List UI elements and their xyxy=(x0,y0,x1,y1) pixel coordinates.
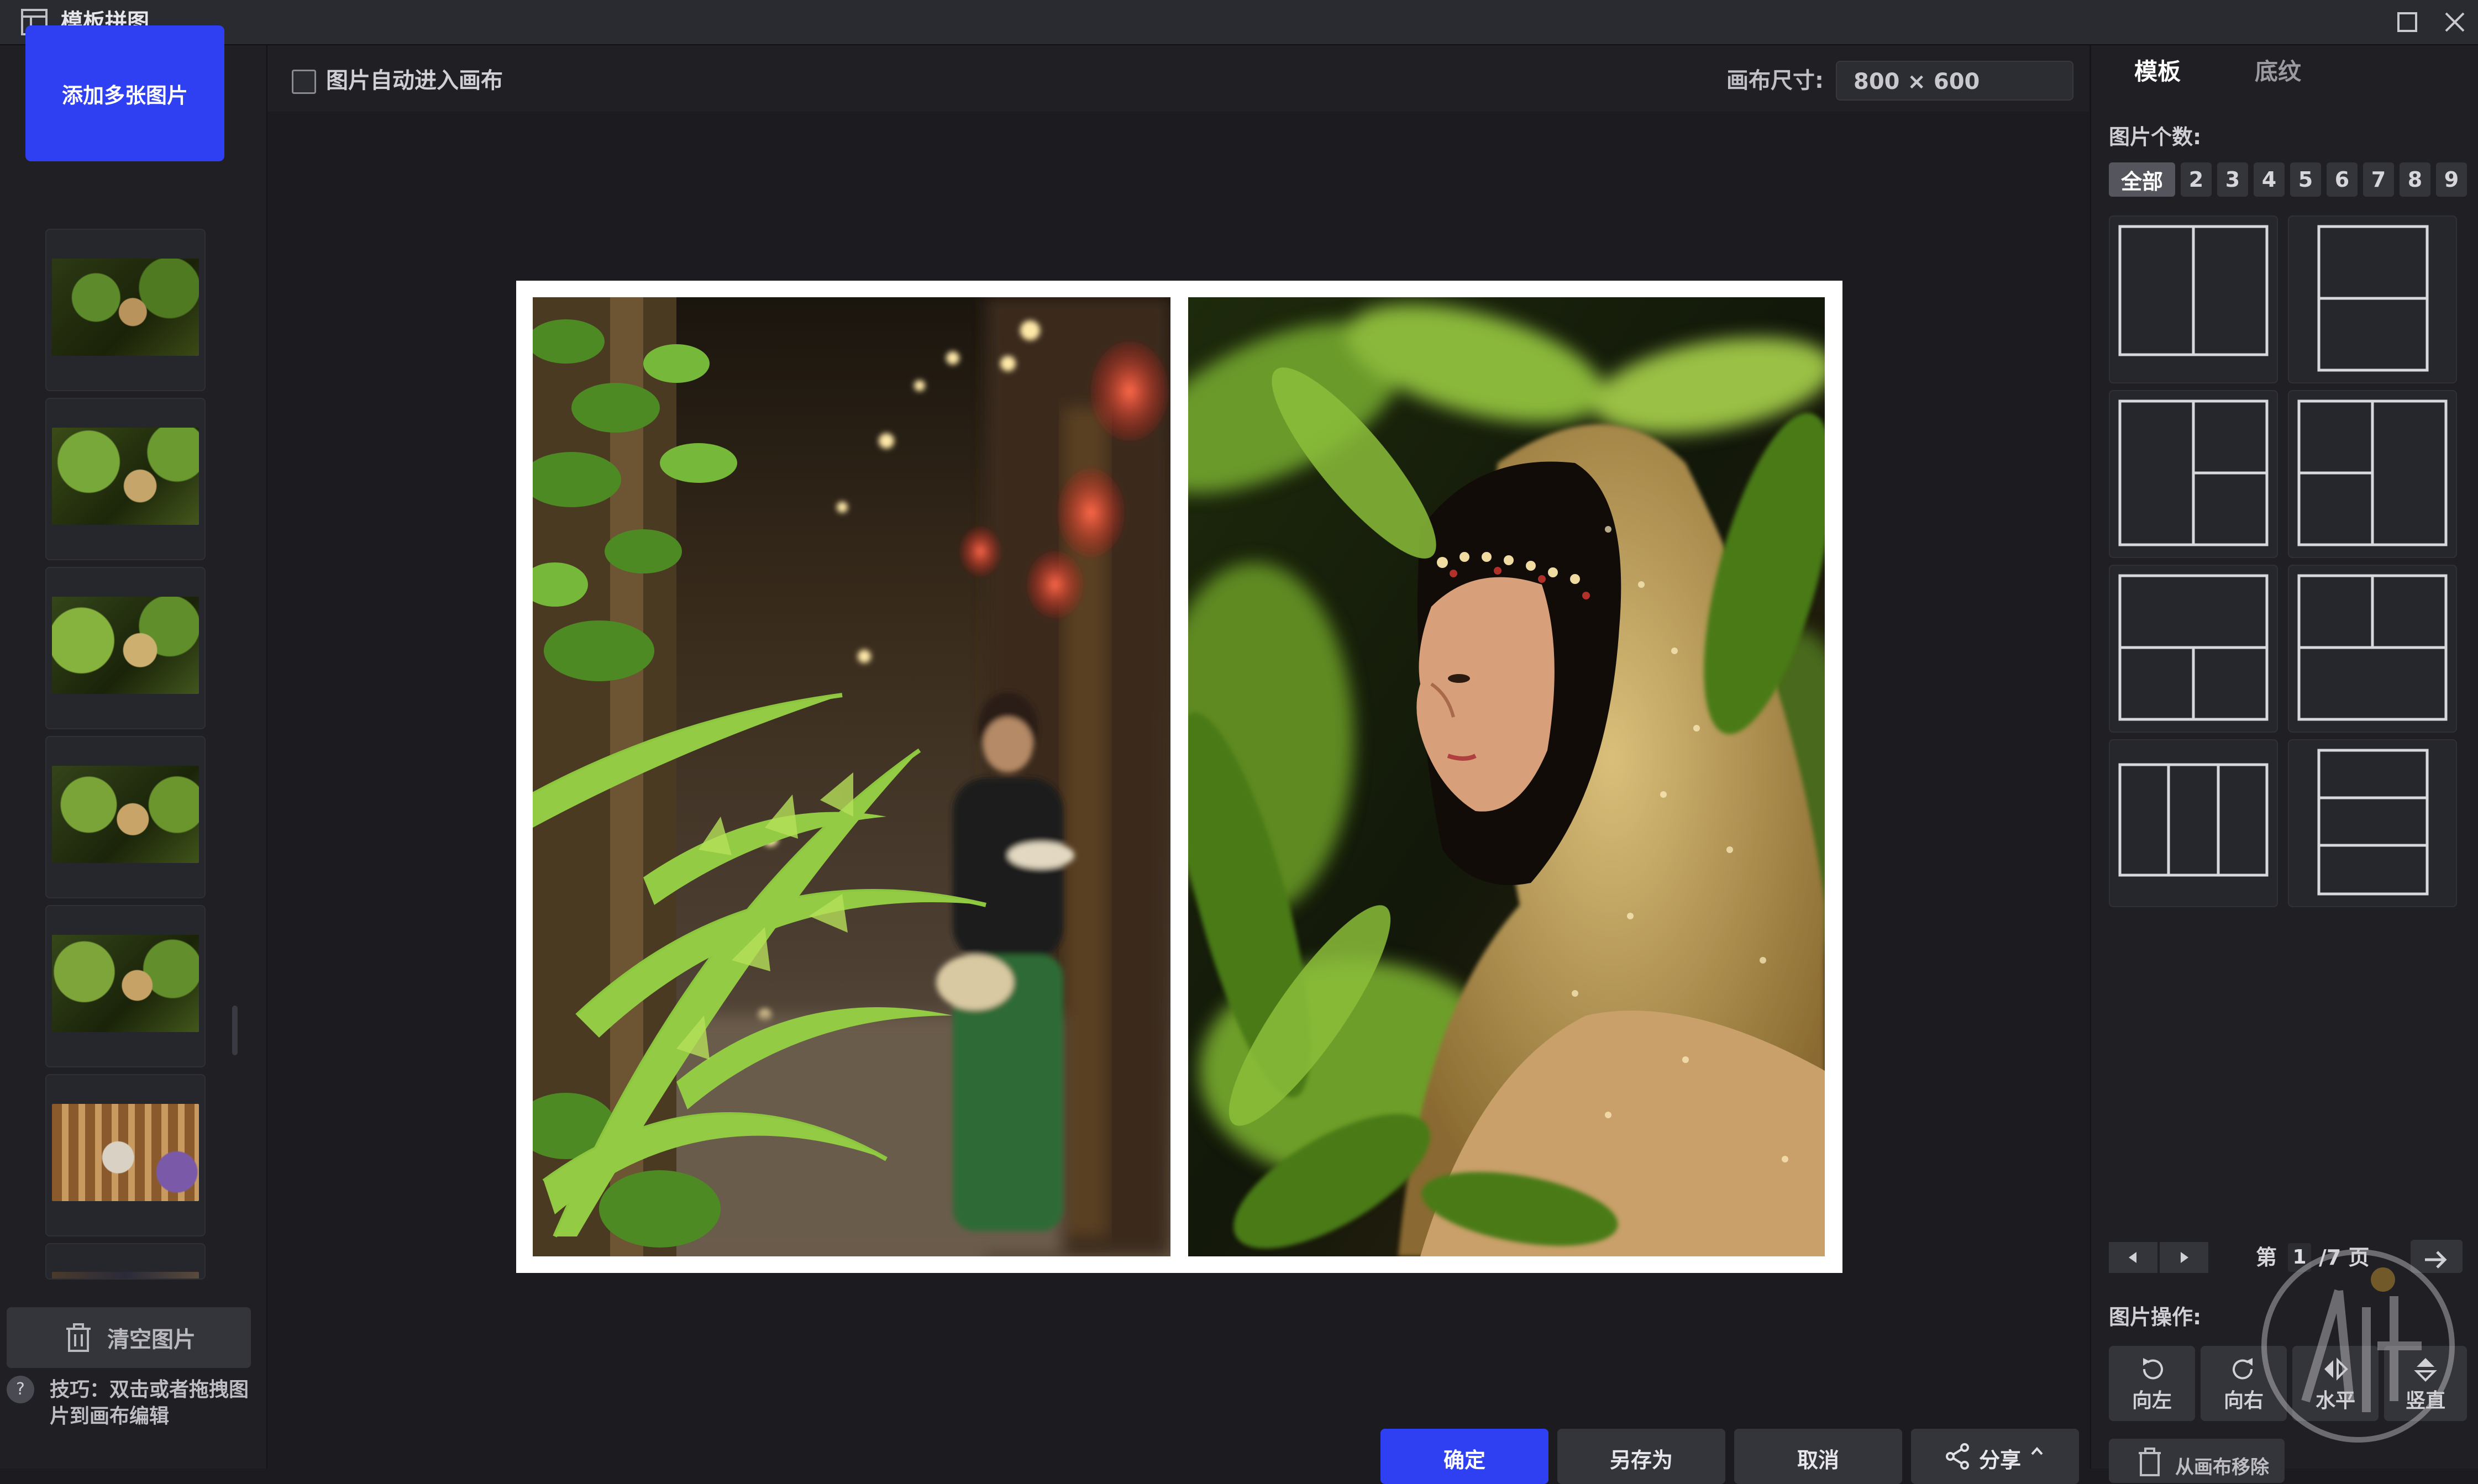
image-thumbnail[interactable] xyxy=(45,1074,206,1236)
image-thumbnail[interactable] xyxy=(45,229,206,391)
trash-icon xyxy=(2139,1448,2161,1476)
thumbnail-photo xyxy=(52,935,199,1032)
count-9-button[interactable]: 9 xyxy=(2436,162,2467,197)
template-layout-icon xyxy=(2118,225,2269,356)
thumbnail-photo xyxy=(52,428,199,525)
count-3-button[interactable]: 3 xyxy=(2217,162,2248,197)
template-3-top-split[interactable] xyxy=(2288,565,2457,733)
image-count-label: 图片个数: xyxy=(2109,125,2202,149)
image-thumbnail[interactable] xyxy=(45,905,206,1067)
alley-photo xyxy=(533,297,1170,1256)
thumbnail-scrollbar[interactable] xyxy=(232,1006,238,1055)
thumbnail-photo xyxy=(52,259,199,356)
canvas-size-label: 画布尺寸: xyxy=(1726,68,1824,93)
remove-from-canvas-button[interactable]: 从画布移除 xyxy=(2109,1439,2285,1483)
share-label: 分享 xyxy=(1978,1448,2021,1472)
count-7-button[interactable]: 7 xyxy=(2363,162,2394,197)
count-8-button[interactable]: 8 xyxy=(2400,162,2430,197)
template-2-horizontal[interactable] xyxy=(2288,215,2457,383)
auto-canvas-checkbox[interactable] xyxy=(292,70,316,94)
template-layout-icon xyxy=(2118,574,2269,721)
collage-photo-left[interactable] xyxy=(533,297,1170,1256)
count-4-button[interactable]: 4 xyxy=(2254,162,2285,197)
watermark-logo xyxy=(2261,1249,2455,1443)
template-layout-icon xyxy=(2317,749,2429,896)
image-thumbnail[interactable] xyxy=(45,567,206,729)
rotate-left-icon xyxy=(2143,1358,2163,1380)
prev-page-button[interactable] xyxy=(2109,1242,2157,1273)
title-bar: 模板拼图 xyxy=(0,0,2478,45)
tip-text: 技巧：双击或者拖拽图片到画布编辑 xyxy=(50,1378,249,1428)
canvas-size-input[interactable]: 800 × 600 xyxy=(1836,61,2073,101)
trash-icon xyxy=(66,1323,91,1352)
help-icon: ? xyxy=(7,1376,34,1403)
save-as-button[interactable]: 另存为 xyxy=(1557,1429,1725,1484)
template-layout-icon xyxy=(2118,763,2269,877)
image-thumbnail[interactable] xyxy=(45,398,206,560)
share-icon xyxy=(1945,1443,1969,1470)
template-3-rows[interactable] xyxy=(2288,739,2457,907)
maximize-icon[interactable] xyxy=(2391,6,2424,39)
image-ops-label: 图片操作: xyxy=(2109,1305,2202,1329)
add-images-button[interactable]: 添加多张图片 xyxy=(25,25,224,161)
chevron-up-icon xyxy=(2031,1447,2043,1455)
collage-photo-right[interactable] xyxy=(1188,297,1825,1256)
auto-canvas-label: 图片自动进入画布 xyxy=(326,68,503,93)
thumbnail-photo xyxy=(52,1104,199,1201)
rotate-left-button[interactable]: 向左 xyxy=(2109,1346,2195,1421)
clear-images-button[interactable]: 清空图片 xyxy=(7,1307,251,1368)
image-thumbnail[interactable] xyxy=(45,1243,206,1280)
share-button[interactable]: 分享 xyxy=(1911,1429,2079,1484)
thumbnail-photo xyxy=(52,597,199,694)
count-6-button[interactable]: 6 xyxy=(2327,162,2358,197)
template-3-right-split[interactable] xyxy=(2109,390,2278,558)
close-icon[interactable] xyxy=(2438,6,2471,39)
template-layout-icon xyxy=(2297,574,2448,721)
count-2-button[interactable]: 2 xyxy=(2181,162,2212,197)
image-thumbnail[interactable] xyxy=(45,736,206,898)
template-layout-icon xyxy=(2118,399,2269,546)
next-page-button[interactable] xyxy=(2160,1242,2208,1273)
thumbnail-photo xyxy=(52,1272,199,1278)
rotate-left-label: 向左 xyxy=(2132,1390,2172,1412)
count-all-button[interactable]: 全部 xyxy=(2109,162,2175,197)
template-2-vertical[interactable] xyxy=(2109,215,2278,383)
template-3-left-split[interactable] xyxy=(2288,390,2457,558)
portrait-photo xyxy=(1188,297,1825,1256)
rotate-right-icon xyxy=(2233,1358,2253,1380)
count-5-button[interactable]: 5 xyxy=(2290,162,2321,197)
template-layout-icon xyxy=(2317,225,2429,372)
thumbnail-photo xyxy=(52,766,199,863)
clear-images-label: 清空图片 xyxy=(107,1327,196,1353)
template-layout-icon xyxy=(2297,399,2448,546)
template-3-columns[interactable] xyxy=(2109,739,2278,907)
template-3-bottom-split[interactable] xyxy=(2109,565,2278,733)
cancel-button[interactable]: 取消 xyxy=(1734,1429,1902,1484)
tab-texture[interactable]: 底纹 xyxy=(2255,55,2301,88)
confirm-button[interactable]: 确定 xyxy=(1380,1429,1548,1484)
remove-from-canvas-label: 从画布移除 xyxy=(2175,1456,2269,1478)
tab-template[interactable]: 模板 xyxy=(2134,55,2181,88)
